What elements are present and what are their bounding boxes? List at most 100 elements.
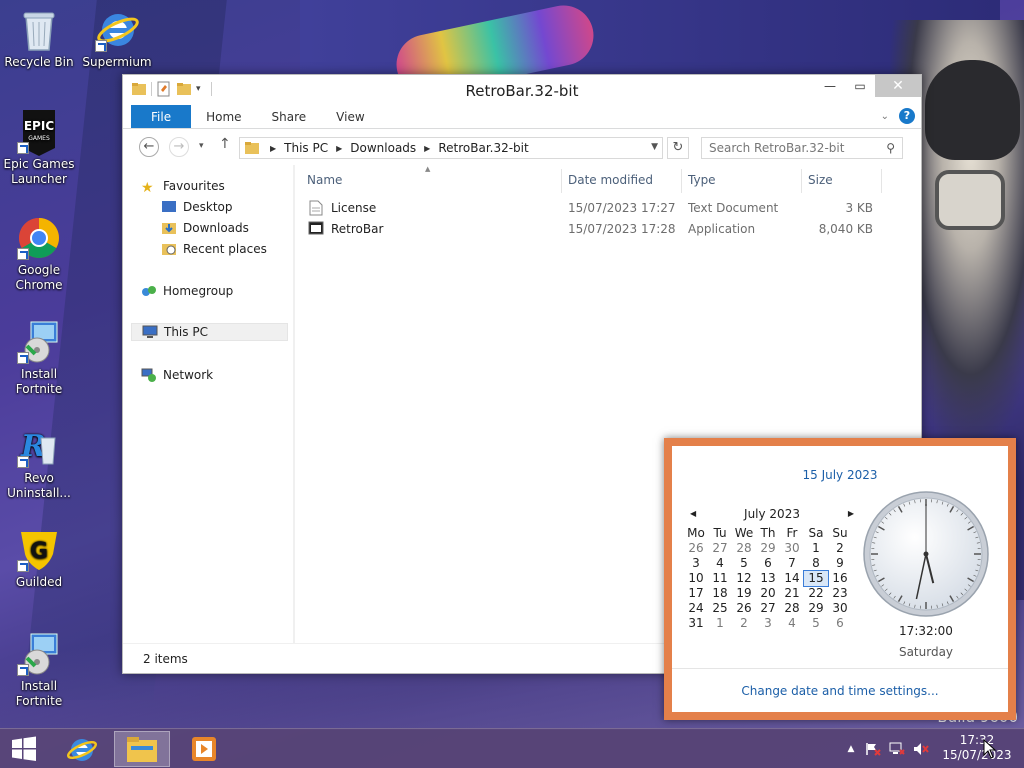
flyout-date-header[interactable]: 15 July 2023 — [672, 468, 1008, 482]
desktop-icon-chrome[interactable]: Google Chrome — [0, 216, 78, 293]
tab-file[interactable]: File — [131, 105, 192, 128]
calendar-day[interactable]: 31 — [684, 616, 708, 631]
calendar-weekday-header: Mo — [687, 526, 705, 540]
minimize-button[interactable]: — — [815, 75, 845, 97]
previous-month-icon[interactable]: ◀ — [690, 504, 696, 524]
calendar-day[interactable]: 9 — [828, 556, 852, 571]
nav-item-network[interactable]: Network — [141, 366, 213, 384]
calendar-day[interactable]: 8 — [804, 556, 828, 571]
expand-ribbon-icon[interactable]: ⌄ — [881, 111, 889, 122]
calendar-day[interactable]: 2 — [828, 541, 852, 556]
breadcrumb-this-pc[interactable]: This PC — [284, 141, 328, 155]
calendar-day[interactable]: 29 — [756, 541, 780, 556]
taskbar-internet-explorer[interactable] — [54, 731, 110, 767]
calendar-day[interactable]: 24 — [684, 601, 708, 616]
calendar-day[interactable]: 29 — [804, 601, 828, 616]
nav-item-downloads[interactable]: Downloads — [161, 219, 249, 237]
calendar-day[interactable]: 7 — [780, 556, 804, 571]
change-date-time-settings-link[interactable]: Change date and time settings... — [672, 684, 1008, 698]
nav-item-this-pc[interactable]: This PC — [131, 323, 288, 341]
calendar-day[interactable]: 20 — [756, 586, 780, 601]
action-center-flag-icon[interactable] — [865, 742, 881, 756]
back-button[interactable]: ← — [139, 137, 159, 157]
address-input[interactable]: ▶ This PC ▶ Downloads ▶ RetroBar.32-bit … — [239, 137, 663, 159]
calendar-day[interactable]: 18 — [708, 586, 732, 601]
calendar-day[interactable]: 2 — [732, 616, 756, 631]
column-header-name[interactable]: Name — [307, 173, 342, 193]
taskbar-file-explorer[interactable] — [114, 731, 170, 767]
up-button[interactable]: ↑ — [219, 136, 231, 152]
calendar-day[interactable]: 22 — [804, 586, 828, 601]
nav-item-desktop[interactable]: Desktop — [161, 198, 233, 216]
close-button[interactable]: ✕ — [875, 75, 921, 97]
breadcrumb-downloads[interactable]: Downloads — [350, 141, 416, 155]
desktop-icon-install-fortnite[interactable]: Install Fortnite — [0, 320, 78, 397]
address-dropdown-icon[interactable]: ▼ — [651, 142, 658, 152]
calendar-day[interactable]: 28 — [780, 601, 804, 616]
desktop-icon-guilded[interactable]: G Guilded — [0, 528, 78, 590]
calendar-day[interactable]: 10 — [684, 571, 708, 586]
nav-item-favourites[interactable]: ★ Favourites — [141, 177, 225, 196]
calendar-day[interactable]: 26 — [684, 541, 708, 556]
calendar-day[interactable]: 14 — [780, 571, 804, 586]
column-header-type[interactable]: Type — [688, 173, 716, 193]
file-row[interactable]: License 15/07/2023 17:27 Text Document 3… — [303, 198, 879, 218]
calendar-day[interactable]: 13 — [756, 571, 780, 586]
desktop-icon-supermium[interactable]: Supermium — [78, 8, 156, 70]
calendar-day[interactable]: 28 — [732, 541, 756, 556]
maximize-button[interactable]: ▭ — [845, 75, 875, 97]
calendar-day[interactable]: 27 — [756, 601, 780, 616]
calendar-day[interactable]: 4 — [708, 556, 732, 571]
desktop-icon-revo-uninstaller[interactable]: R Revo Uninstall... — [0, 424, 78, 501]
calendar-day[interactable]: 16 — [828, 571, 852, 586]
network-status-icon[interactable] — [889, 742, 905, 756]
taskbar-clock[interactable]: 17:32 15/07/2023 — [940, 733, 1014, 763]
calendar-day[interactable]: 19 — [732, 586, 756, 601]
calendar-day[interactable]: 3 — [684, 556, 708, 571]
recent-locations-icon[interactable]: ▾ — [199, 141, 204, 151]
tab-view[interactable]: View — [321, 105, 379, 128]
calendar-day[interactable]: 30 — [828, 601, 852, 616]
calendar-day[interactable]: 1 — [708, 616, 732, 631]
refresh-button[interactable]: ↻ — [667, 137, 689, 159]
calendar-day[interactable]: 12 — [732, 571, 756, 586]
desktop-icon-epic-games[interactable]: EPIC GAMES Epic Games Launcher — [0, 110, 78, 187]
calendar-day[interactable]: 27 — [708, 541, 732, 556]
column-header-size[interactable]: Size — [808, 173, 833, 193]
calendar-day[interactable]: 4 — [780, 616, 804, 631]
calendar-day[interactable]: 6 — [756, 556, 780, 571]
search-input[interactable]: Search RetroBar.32-bit ⚲ — [701, 137, 903, 159]
calendar-day[interactable]: 23 — [828, 586, 852, 601]
calendar-day[interactable]: 11 — [708, 571, 732, 586]
calendar-day[interactable]: 25 — [708, 601, 732, 616]
forward-button[interactable]: → — [169, 137, 189, 157]
chrome-icon — [17, 216, 61, 260]
title-bar[interactable]: ▾ RetroBar.32-bit — ▭ ✕ — [123, 75, 921, 105]
calendar-day[interactable]: 21 — [780, 586, 804, 601]
taskbar-media-player[interactable] — [176, 731, 232, 767]
breadcrumb-current-folder[interactable]: RetroBar.32-bit — [438, 141, 528, 155]
calendar-day[interactable]: 3 — [756, 616, 780, 631]
help-icon[interactable]: ? — [899, 108, 915, 124]
column-header-date[interactable]: Date modified — [568, 173, 653, 193]
desktop-icon-install-fortnite-2[interactable]: Install Fortnite — [0, 632, 78, 709]
calendar-day[interactable]: 26 — [732, 601, 756, 616]
calendar-day[interactable]: 17 — [684, 586, 708, 601]
calendar-day-today[interactable]: 15 — [803, 570, 829, 587]
calendar-day[interactable]: 6 — [828, 616, 852, 631]
calendar-day[interactable]: 30 — [780, 541, 804, 556]
volume-muted-icon[interactable] — [913, 742, 929, 756]
tab-share[interactable]: Share — [257, 105, 322, 128]
nav-item-homegroup[interactable]: Homegroup — [141, 282, 233, 300]
desktop-icon-recycle-bin[interactable]: Recycle Bin — [0, 8, 78, 70]
calendar-day[interactable]: 5 — [804, 616, 828, 631]
calendar-day[interactable]: 5 — [732, 556, 756, 571]
next-month-icon[interactable]: ▶ — [848, 504, 854, 524]
show-hidden-icons-icon[interactable]: ▲ — [843, 742, 859, 756]
file-row[interactable]: RetroBar 15/07/2023 17:28 Application 8,… — [303, 219, 879, 239]
tab-home[interactable]: Home — [191, 105, 256, 128]
start-button[interactable] — [8, 735, 40, 763]
calendar-day[interactable]: 1 — [804, 541, 828, 556]
nav-item-recent-places[interactable]: Recent places — [161, 240, 267, 258]
calendar-month-label[interactable]: July 2023 — [744, 507, 800, 521]
